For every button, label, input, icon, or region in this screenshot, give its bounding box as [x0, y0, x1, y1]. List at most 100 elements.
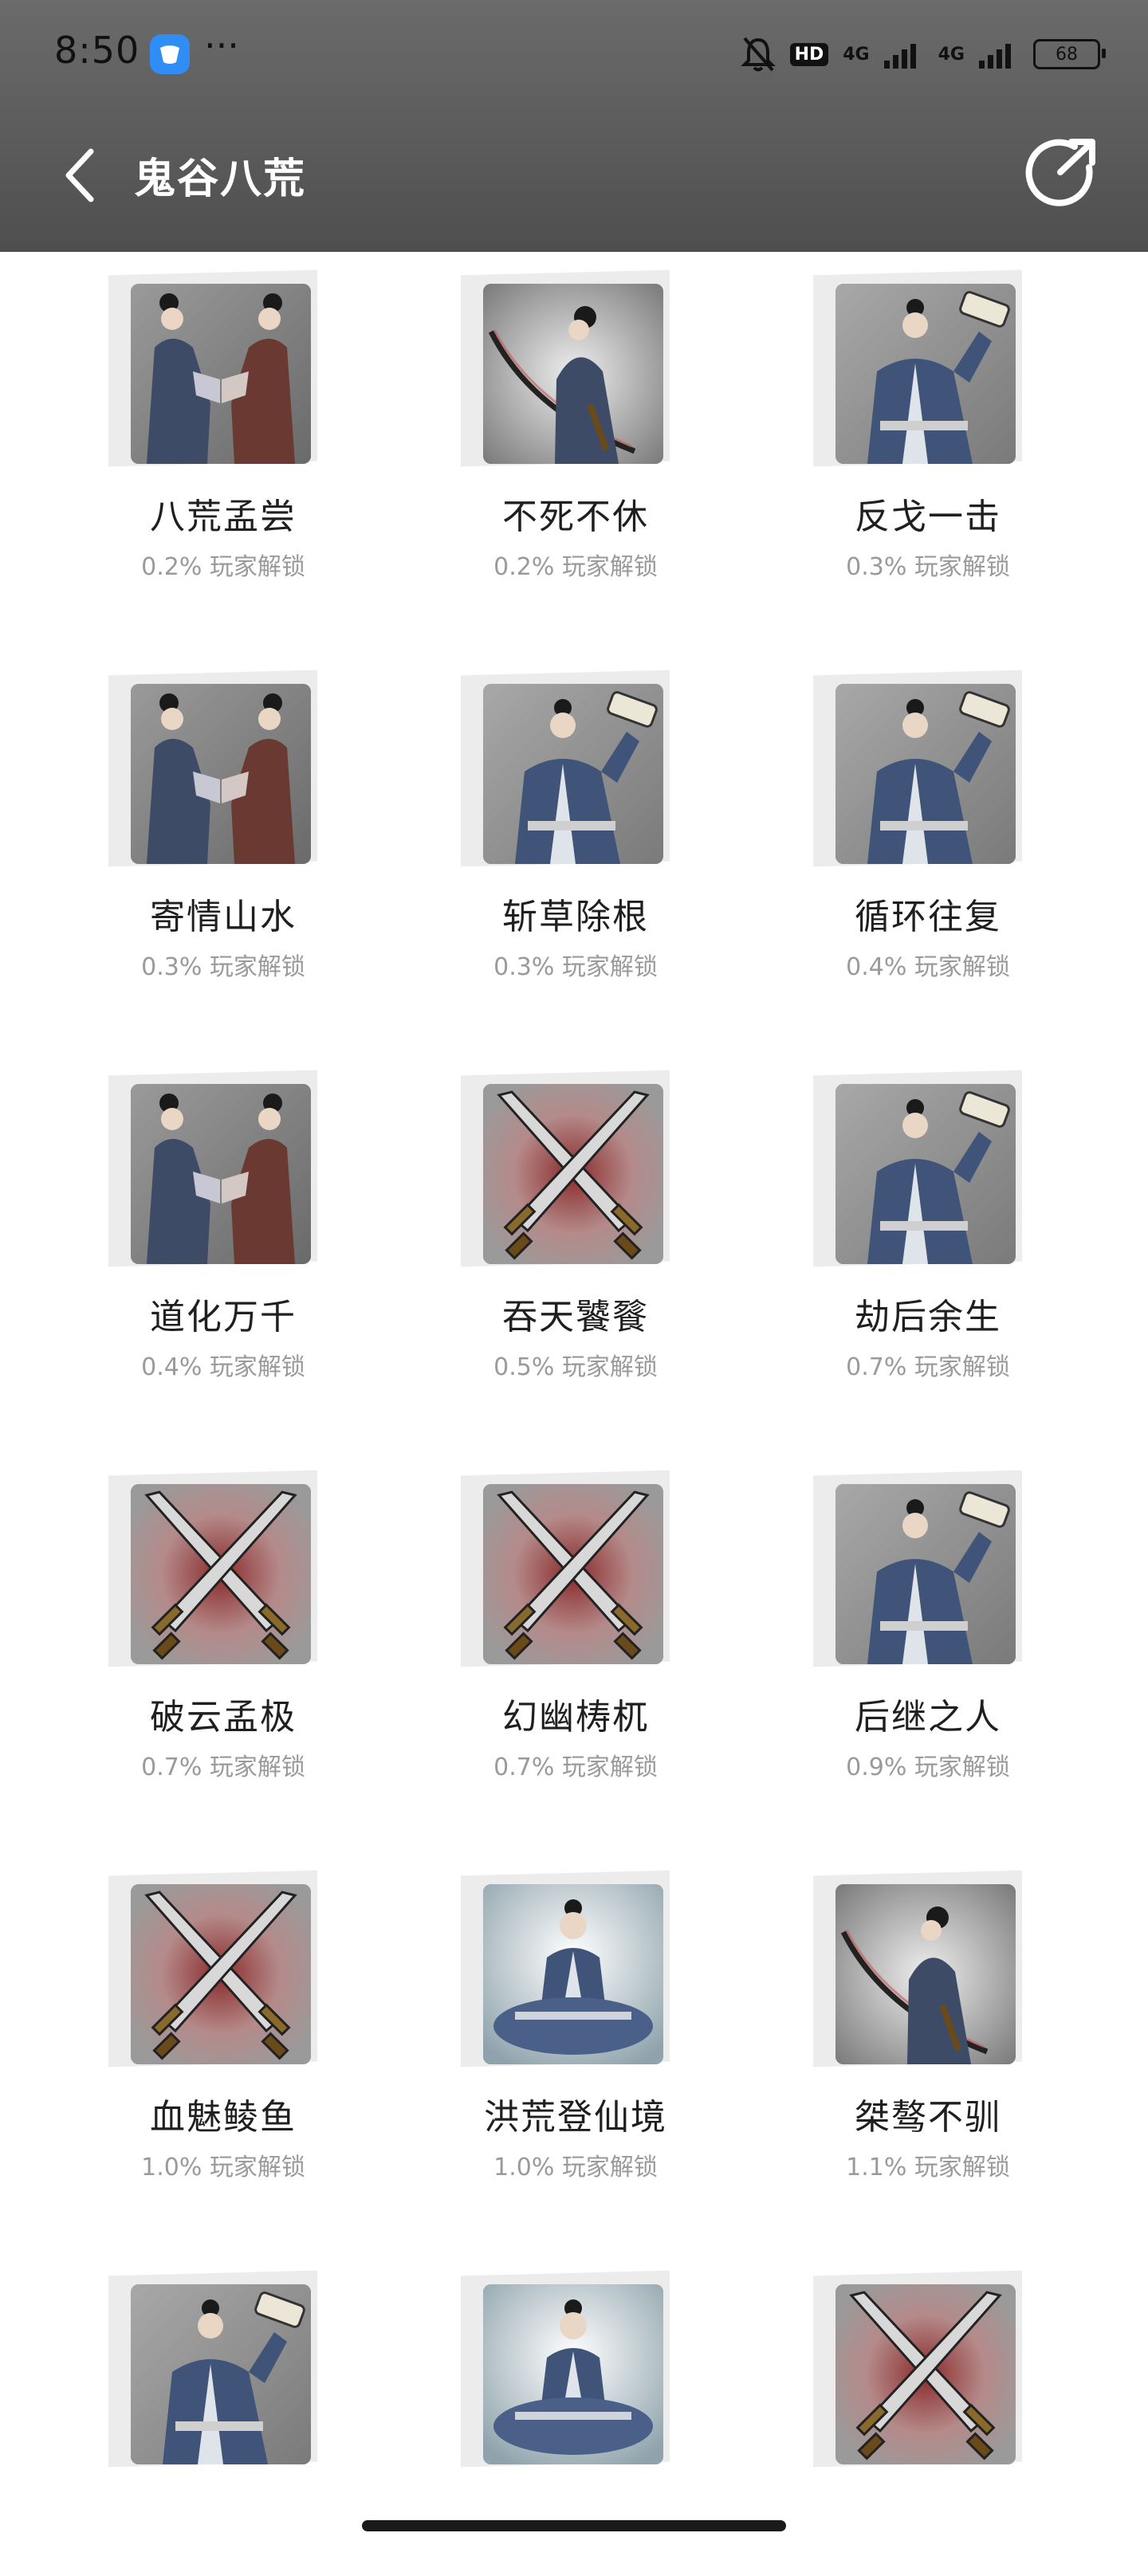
achievement-name: 血魅鲮鱼	[150, 2097, 297, 2138]
achievement-thumbnail	[813, 1870, 1022, 2067]
achievement-name: 不死不休	[502, 497, 649, 537]
unlock-rate: 0.3% 玩家解锁	[493, 953, 658, 981]
scroll-scholar-icon	[835, 284, 1016, 464]
achievement-item[interactable]: 循环往复 0.4% 玩家解锁	[769, 641, 1087, 981]
achievement-name: 洪荒登仙境	[484, 2097, 667, 2138]
unlock-rate: 0.7% 玩家解锁	[846, 1353, 1010, 1381]
achievement-item[interactable]: 八荒孟尝 0.2% 玩家解锁	[64, 241, 383, 581]
share-icon	[1025, 139, 1095, 206]
swordsman-icon	[483, 284, 663, 464]
achievement-name: 八荒孟尝	[150, 497, 297, 537]
meditating-sage-icon	[483, 2284, 663, 2464]
achievement-item[interactable]: 桀骜不驯 1.1% 玩家解锁	[769, 1841, 1087, 2181]
hd-badge: HD	[789, 42, 829, 66]
achievement-item[interactable]: 破云孟极 0.7% 玩家解锁	[64, 1441, 383, 1781]
battery-level: 68	[1056, 44, 1078, 65]
signal-icon	[979, 44, 1011, 69]
achievement-item[interactable]: 吞天饕餮 0.5% 玩家解锁	[416, 1041, 735, 1381]
scroll-scholar-icon	[131, 2284, 311, 2464]
achievement-thumbnail	[461, 1470, 670, 1667]
achievement-thumbnail	[813, 1070, 1022, 1267]
network-type-2: 4G	[938, 44, 965, 65]
achievement-thumbnail	[461, 2270, 670, 2468]
achievement-name: 幻幽梼杌	[502, 1697, 649, 1738]
more-notifications-icon: ···	[204, 24, 239, 67]
status-bar: 8:50 ··· HD 4G 4G 68	[0, 0, 1148, 104]
two-scholars-icon	[131, 284, 311, 464]
unlock-rate: 0.7% 玩家解锁	[141, 1753, 305, 1781]
achievement-item[interactable]: 反戈一击 0.3% 玩家解锁	[769, 241, 1087, 581]
unlock-rate: 0.2% 玩家解锁	[493, 553, 658, 581]
achievement-item[interactable]: 后继之人 0.9% 玩家解锁	[769, 1441, 1087, 1781]
achievement-name: 斩草除根	[502, 897, 649, 937]
unlock-rate: 0.4% 玩家解锁	[141, 1353, 305, 1381]
page-title: 鬼谷八荒	[134, 155, 307, 203]
achievement-thumbnail	[813, 1470, 1022, 1667]
achievement-item[interactable]: 幻幽梼杌 0.7% 玩家解锁	[416, 1441, 735, 1781]
achievement-thumbnail	[108, 1070, 317, 1267]
achievement-name: 道化万千	[150, 1297, 297, 1337]
signal-icon	[883, 44, 916, 69]
achievement-name: 破云孟极	[150, 1697, 297, 1738]
achievement-name: 劫后余生	[855, 1297, 1001, 1337]
unlock-rate: 0.2% 玩家解锁	[141, 553, 305, 581]
two-scholars-icon	[131, 1084, 311, 1264]
achievement-item[interactable]	[64, 2241, 383, 2576]
bell-muted-icon	[740, 37, 776, 72]
achievement-thumbnail	[461, 1070, 670, 1267]
notification-app-icon	[150, 34, 190, 74]
achievement-thumbnail	[461, 269, 670, 467]
achievement-item[interactable]: 斩草除根 0.3% 玩家解锁	[416, 641, 735, 981]
crossed-swords-icon	[483, 1084, 663, 1264]
battery-indicator: 68	[1033, 39, 1106, 69]
meditating-sage-icon	[483, 1884, 663, 2064]
crossed-swords-icon	[483, 1484, 663, 1664]
unlock-rate: 0.4% 玩家解锁	[846, 953, 1010, 981]
unlock-rate: 1.0% 玩家解锁	[141, 2154, 305, 2181]
achievement-item[interactable]: 劫后余生 0.7% 玩家解锁	[769, 1041, 1087, 1381]
unlock-rate: 0.5% 玩家解锁	[493, 1353, 658, 1381]
achievement-thumbnail	[108, 2270, 317, 2468]
share-button[interactable]	[1025, 135, 1099, 209]
achievement-item[interactable]	[769, 2241, 1087, 2576]
achievement-name: 反戈一击	[855, 497, 1001, 537]
achievement-thumbnail	[813, 2270, 1022, 2468]
app-header: 8:50 ··· HD 4G 4G 68 鬼谷八荒	[0, 0, 1148, 252]
achievement-grid: 八荒孟尝 0.2% 玩家解锁 不死不休 0.2% 玩家解锁 反戈一击 0.3% 玩家解锁寄…	[0, 252, 1148, 2550]
achievement-thumbnail	[813, 670, 1022, 867]
crossed-swords-icon	[835, 2284, 1016, 2464]
achievement-item[interactable]: 洪荒登仙境 1.0% 玩家解锁	[416, 1841, 735, 2181]
achievement-name: 桀骜不驯	[855, 2097, 1001, 2138]
achievement-name: 循环往复	[855, 897, 1001, 937]
unlock-rate: 1.0% 玩家解锁	[493, 2154, 658, 2181]
achievement-thumbnail	[108, 269, 317, 467]
achievement-item[interactable]: 寄情山水 0.3% 玩家解锁	[64, 641, 383, 981]
status-icons: HD 4G 4G 68	[740, 32, 1106, 77]
achievement-item[interactable]: 道化万千 0.4% 玩家解锁	[64, 1041, 383, 1381]
scroll-scholar-icon	[835, 1084, 1016, 1264]
chevron-left-icon	[65, 148, 94, 202]
unlock-rate: 0.3% 玩家解锁	[846, 553, 1010, 581]
achievement-item[interactable]: 不死不休 0.2% 玩家解锁	[416, 241, 735, 581]
back-button[interactable]	[57, 143, 102, 207]
unlock-rate: 0.9% 玩家解锁	[846, 1753, 1010, 1781]
crossed-swords-icon	[131, 1484, 311, 1664]
achievement-thumbnail	[108, 1870, 317, 2067]
swordsman-icon	[835, 1884, 1016, 2064]
achievement-name: 后继之人	[855, 1697, 1001, 1738]
status-time: 8:50	[54, 29, 140, 72]
achievement-thumbnail	[813, 269, 1022, 467]
achievement-thumbnail	[108, 1470, 317, 1667]
unlock-rate: 0.7% 玩家解锁	[493, 1753, 658, 1781]
scroll-scholar-icon	[835, 684, 1016, 864]
unlock-rate: 0.3% 玩家解锁	[141, 953, 305, 981]
unlock-rate: 1.1% 玩家解锁	[846, 2154, 1010, 2181]
achievement-thumbnail	[461, 670, 670, 867]
two-scholars-icon	[131, 684, 311, 864]
crossed-swords-icon	[131, 1884, 311, 2064]
network-type-1: 4G	[843, 44, 870, 65]
scroll-scholar-icon	[483, 684, 663, 864]
home-indicator[interactable]	[362, 2520, 786, 2531]
achievement-thumbnail	[108, 670, 317, 867]
achievement-item[interactable]: 血魅鲮鱼 1.0% 玩家解锁	[64, 1841, 383, 2181]
